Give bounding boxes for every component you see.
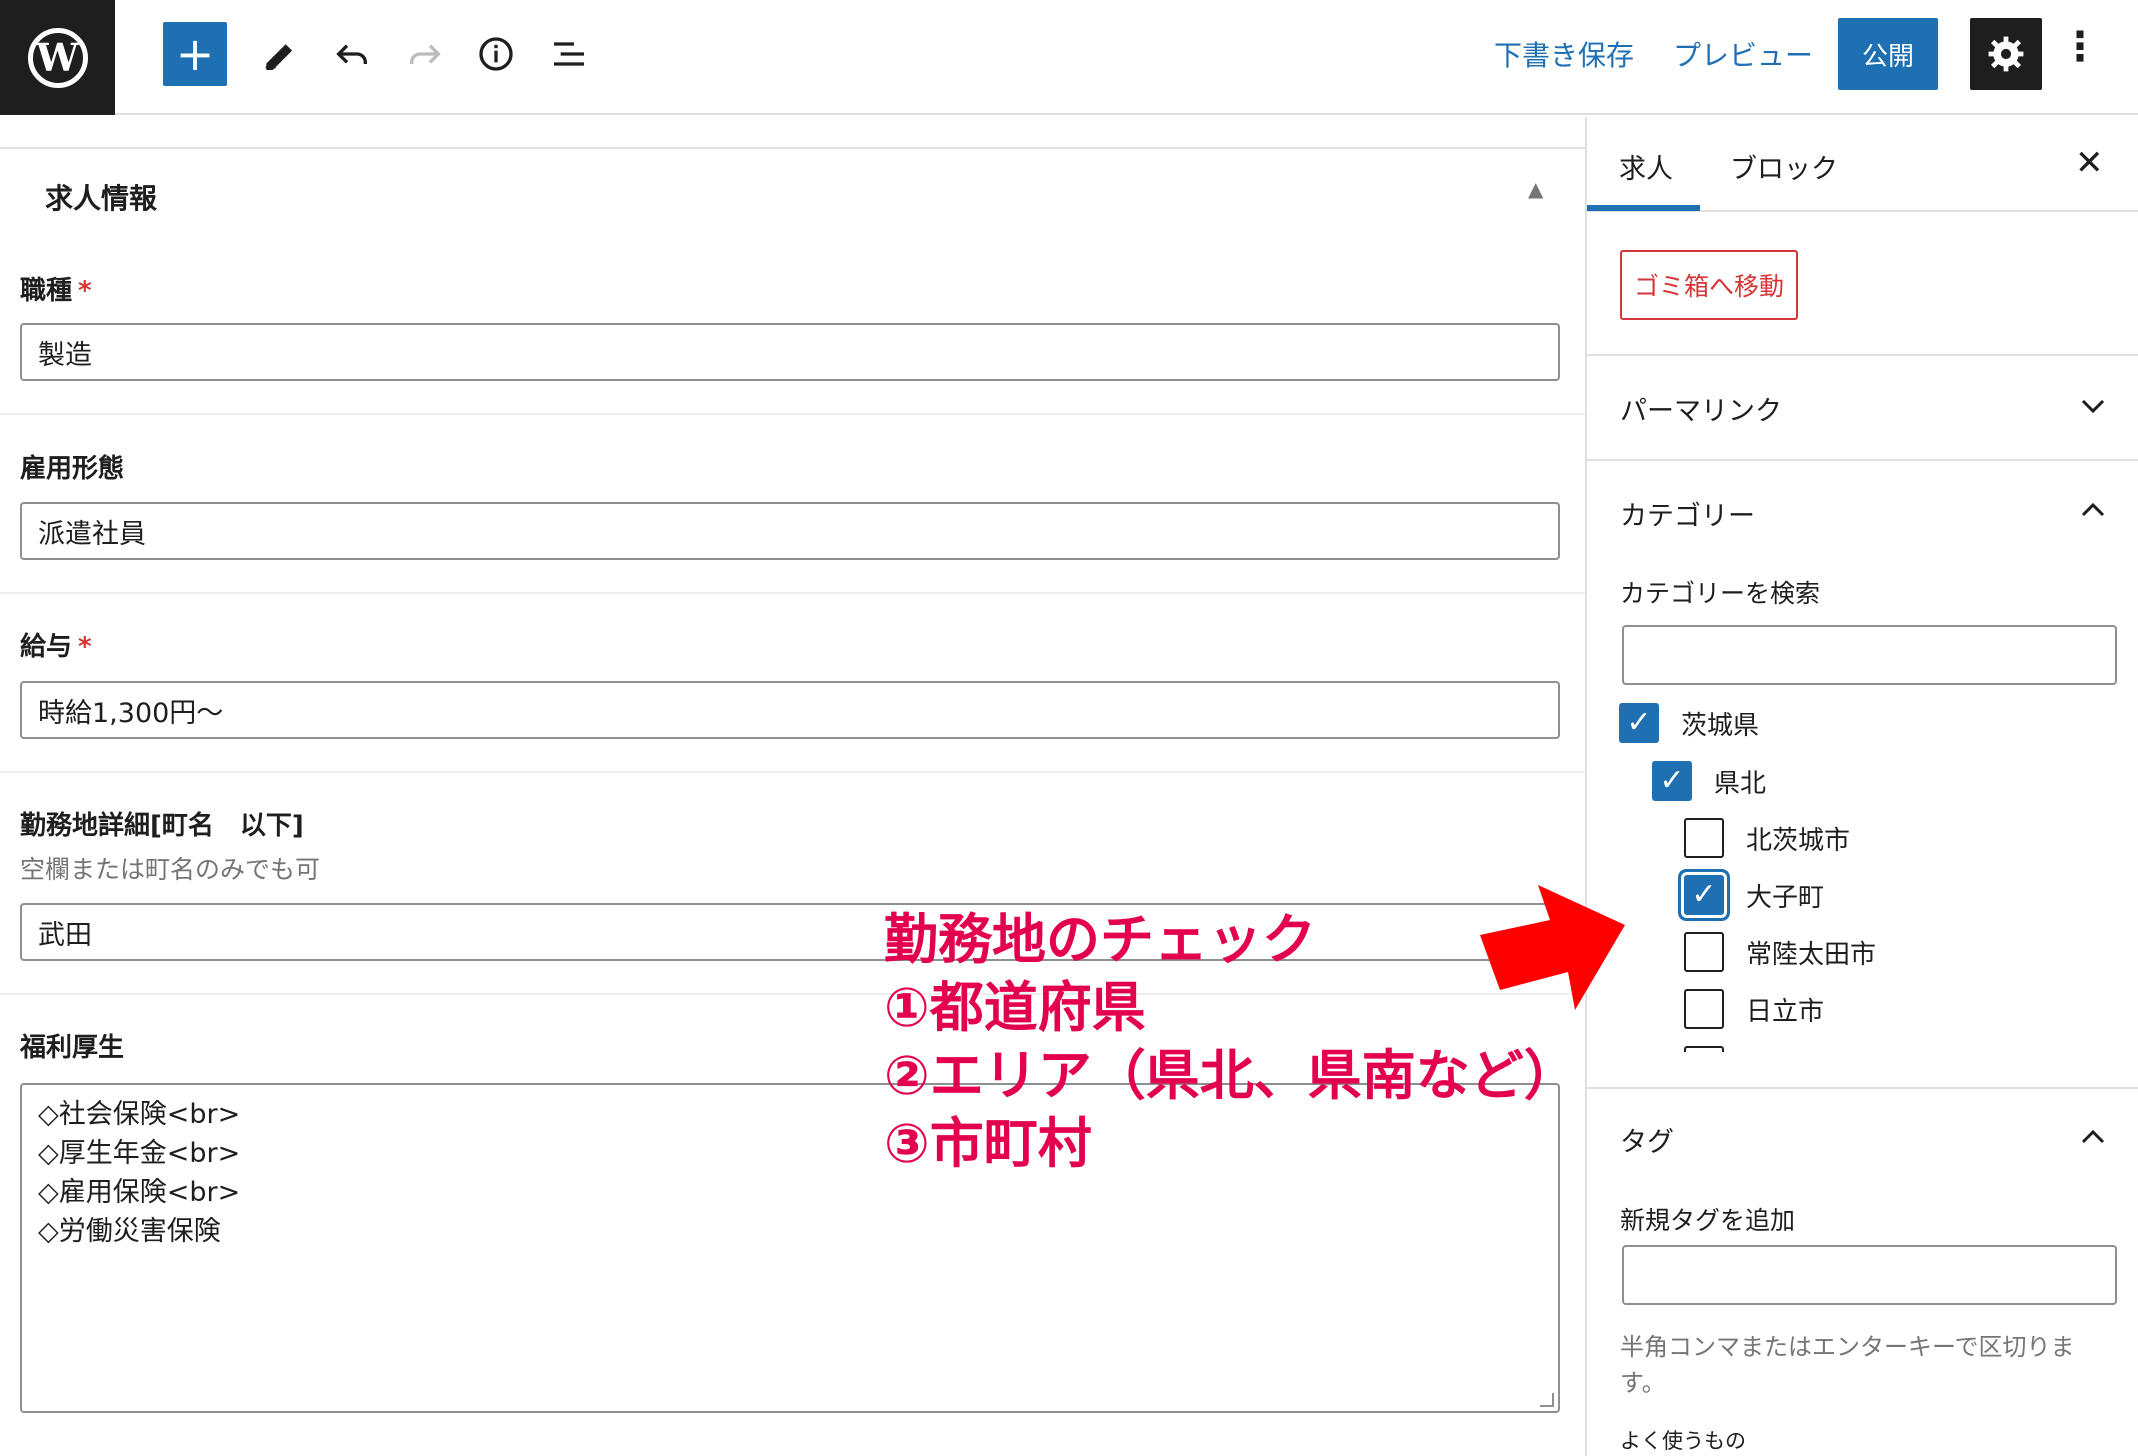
chevron-up-icon[interactable]	[2080, 497, 2106, 527]
collapse-triangle-icon[interactable]: ▲	[1528, 177, 1543, 201]
editor-toolbar: W + 下書き保存 プレビュー 公開 ⋮	[0, 0, 2138, 115]
sidebar-tabs: 求人 ブロック ✕	[1587, 117, 2138, 212]
tools-pencil-icon[interactable]	[247, 22, 311, 86]
tab-post[interactable]: 求人	[1619, 147, 1673, 186]
chevron-down-icon[interactable]	[2080, 393, 2106, 423]
editor-main: 求人情報 ▲ 職種 * 製造 雇用形態 派遣社員 給与 * 時給1,300円〜 勤務…	[0, 117, 1585, 1456]
checkbox-checked[interactable]	[1652, 761, 1692, 801]
welfare-line: ◇労働災害保険	[38, 1216, 221, 1247]
wordpress-logo-icon[interactable]: W	[0, 0, 115, 115]
employment-input[interactable]: 派遣社員	[20, 502, 1560, 560]
details-info-icon[interactable]	[464, 22, 528, 86]
preview-button[interactable]: プレビュー	[1673, 34, 1813, 74]
panel-top-border	[0, 147, 1585, 149]
field-divider	[0, 771, 1585, 773]
employment-label: 雇用形態	[20, 454, 125, 484]
clipped-checkbox	[1684, 1046, 1724, 1052]
salary-input[interactable]: 時給1,300円〜	[20, 681, 1560, 739]
category-item[interactable]: 常陸太田市	[1684, 932, 1876, 972]
add-tag-input[interactable]	[1622, 1245, 2117, 1305]
category-search-input[interactable]	[1622, 625, 2117, 685]
location-label: 勤務地詳細[町名 以下]	[20, 811, 304, 841]
category-item[interactable]: 大子町	[1684, 875, 1824, 915]
annotation-line: ①都道府県	[884, 976, 1146, 1039]
checkbox[interactable]	[1684, 818, 1724, 858]
checkbox-checked[interactable]	[1619, 703, 1659, 743]
list-view-icon[interactable]	[537, 22, 601, 86]
salary-label: 給与 *	[20, 632, 92, 662]
meta-box-title[interactable]: 求人情報	[45, 177, 157, 217]
save-draft-button[interactable]: 下書き保存	[1494, 34, 1634, 74]
checkbox[interactable]	[1684, 932, 1724, 972]
field-divider	[0, 592, 1585, 594]
tag-hint-text: 半角コンマまたはエンターキーで区切ります。	[1620, 1333, 2075, 1397]
permalink-panel-title[interactable]: パーマリンク	[1620, 389, 1782, 428]
add-block-button[interactable]: +	[163, 22, 227, 86]
sidebar-divider	[1587, 354, 2138, 356]
required-mark: *	[78, 276, 92, 306]
undo-icon[interactable]	[320, 22, 384, 86]
redo-icon[interactable]	[393, 22, 457, 86]
annotation-line: ②エリア（県北、県南など）	[884, 1044, 1578, 1107]
sidebar-divider	[1587, 459, 2138, 461]
category-item[interactable]: 北茨城市	[1684, 818, 1850, 858]
sidebar-divider	[1587, 1087, 2138, 1089]
field-divider	[0, 413, 1585, 415]
required-mark: *	[78, 632, 92, 662]
active-tab-indicator	[1587, 205, 1700, 211]
publish-button[interactable]: 公開	[1838, 18, 1938, 90]
checkbox-checked[interactable]	[1684, 875, 1724, 915]
category-panel-title[interactable]: カテゴリー	[1620, 494, 1755, 533]
settings-sidebar: 求人 ブロック ✕ ゴミ箱へ移動 パーマリンク カテゴリー カテゴリーを検索 茨…	[1585, 117, 2138, 1456]
resize-handle[interactable]	[1540, 1393, 1554, 1407]
welfare-line: ◇雇用保険<br>	[38, 1177, 241, 1208]
tab-block[interactable]: ブロック	[1730, 147, 1838, 186]
options-more-icon[interactable]: ⋮	[2060, 24, 2100, 70]
category-item[interactable]: 茨城県	[1619, 703, 1759, 743]
job-type-label: 職種 *	[20, 276, 92, 306]
annotation-text: 勤務地のチェック ①都道府県 ②エリア（県北、県南など） ③市町村	[884, 906, 1578, 1178]
category-search-label: カテゴリーを検索	[1620, 579, 1821, 608]
annotation-line: ③市町村	[884, 1112, 1092, 1175]
chevron-up-icon[interactable]	[2080, 1124, 2106, 1154]
welfare-label: 福利厚生	[20, 1033, 125, 1063]
close-icon[interactable]: ✕	[2075, 143, 2104, 183]
checkbox[interactable]	[1684, 989, 1724, 1029]
settings-gear-icon[interactable]	[1970, 18, 2042, 90]
add-tag-label: 新規タグを追加	[1620, 1206, 1796, 1235]
most-used-tags-link[interactable]: よく使うもの	[1620, 1425, 1746, 1455]
category-item[interactable]: 日立市	[1684, 989, 1824, 1029]
category-item[interactable]: 県北	[1652, 761, 1766, 801]
tags-panel-title[interactable]: タグ	[1620, 1120, 1674, 1159]
location-description: 空欄または町名のみでも可	[20, 855, 321, 884]
annotation-line: 勤務地のチェック	[884, 908, 1316, 971]
job-type-input[interactable]: 製造	[20, 323, 1560, 381]
move-to-trash-button[interactable]: ゴミ箱へ移動	[1620, 250, 1798, 320]
